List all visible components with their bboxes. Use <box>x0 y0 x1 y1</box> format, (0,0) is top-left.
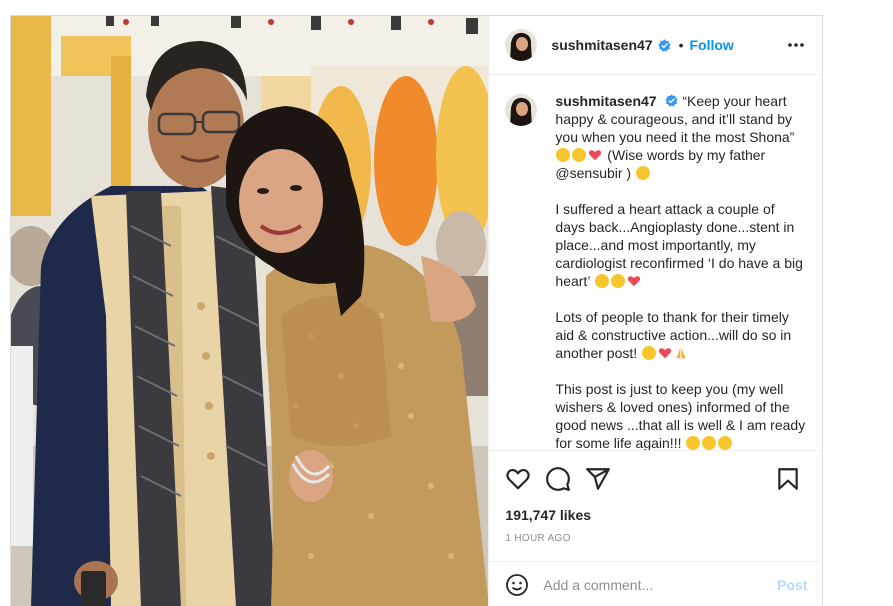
smiling-face-emoji-icon <box>686 436 701 450</box>
save-bookmark-icon[interactable] <box>775 466 801 492</box>
post-comment-button[interactable]: Post <box>777 577 807 593</box>
red-heart-emoji-icon <box>627 274 641 288</box>
red-heart-emoji-icon <box>658 346 672 360</box>
verified-badge-icon <box>657 38 671 52</box>
caption-paragraph-3: Lots of people to thank for their timely… <box>555 308 807 362</box>
caption-row: sushmitasen47 “Keep your heart happy & c… <box>505 92 807 450</box>
hugging-face-emoji-icon <box>642 346 657 360</box>
post-timestamp[interactable]: 1 HOUR AGO <box>505 533 570 544</box>
post-header: sushmitasen47 • Follow <box>489 16 824 75</box>
grinning-face-emoji-icon <box>610 274 625 288</box>
folded-hands-emoji-icon <box>674 346 688 360</box>
verified-badge-icon <box>665 93 679 107</box>
smiling-face-emoji-icon <box>718 436 733 450</box>
caption-username[interactable]: sushmitasen47 <box>555 93 656 109</box>
likes-count[interactable]: 191,747 likes <box>505 507 591 523</box>
caption-text: sushmitasen47 “Keep your heart happy & c… <box>555 92 807 450</box>
header-username[interactable]: sushmitasen47 <box>551 37 652 53</box>
red-heart-emoji-icon <box>588 148 602 162</box>
comment-icon[interactable] <box>545 466 571 492</box>
header-separator: • <box>678 37 684 53</box>
action-icons-row <box>505 466 807 492</box>
caption-paragraph-2: I suffered a heart attack a couple of da… <box>555 200 807 290</box>
post-side-panel: sushmitasen47 • Follow sushmitasen47 “Ke… <box>488 16 824 606</box>
caption-avatar[interactable] <box>505 94 538 126</box>
comment-bar: Post <box>489 561 824 606</box>
comment-input[interactable] <box>543 577 774 593</box>
instagram-post: sushmitasen47 • Follow sushmitasen47 “Ke… <box>10 15 824 606</box>
post-photo-image <box>11 16 489 606</box>
caption-paragraph-2-text: I suffered a heart attack a couple of da… <box>555 201 803 289</box>
caption-paragraph-4-text: This post is just to keep you (my well w… <box>555 381 806 450</box>
post-actions: 191,747 likes 1 HOUR AGO Post <box>489 450 824 606</box>
more-options-icon[interactable] <box>787 38 805 52</box>
avatar-image <box>505 29 538 61</box>
avatar[interactable] <box>505 29 538 61</box>
caption-avatar-image <box>505 94 538 126</box>
post-photo[interactable] <box>11 16 489 606</box>
caption-paragraph-1: sushmitasen47 “Keep your heart happy & c… <box>555 92 807 182</box>
follow-button[interactable]: Follow <box>689 37 733 53</box>
share-icon[interactable] <box>585 466 611 492</box>
heart-eyes-emoji-icon <box>635 166 650 180</box>
smiling-face-emoji-icon <box>594 274 609 288</box>
caption-quote-attribution: (Wise words by my father @sensubir ) <box>555 147 766 181</box>
like-heart-icon[interactable] <box>505 466 531 492</box>
clapping-hands-emoji-icon <box>572 148 587 162</box>
emoji-icon[interactable] <box>505 573 529 597</box>
caption-paragraph-4: This post is just to keep you (my well w… <box>555 380 807 450</box>
smiling-face-emoji-icon <box>702 436 717 450</box>
caption-area: sushmitasen47 “Keep your heart happy & c… <box>489 76 823 450</box>
hugging-face-emoji-icon <box>556 148 571 162</box>
